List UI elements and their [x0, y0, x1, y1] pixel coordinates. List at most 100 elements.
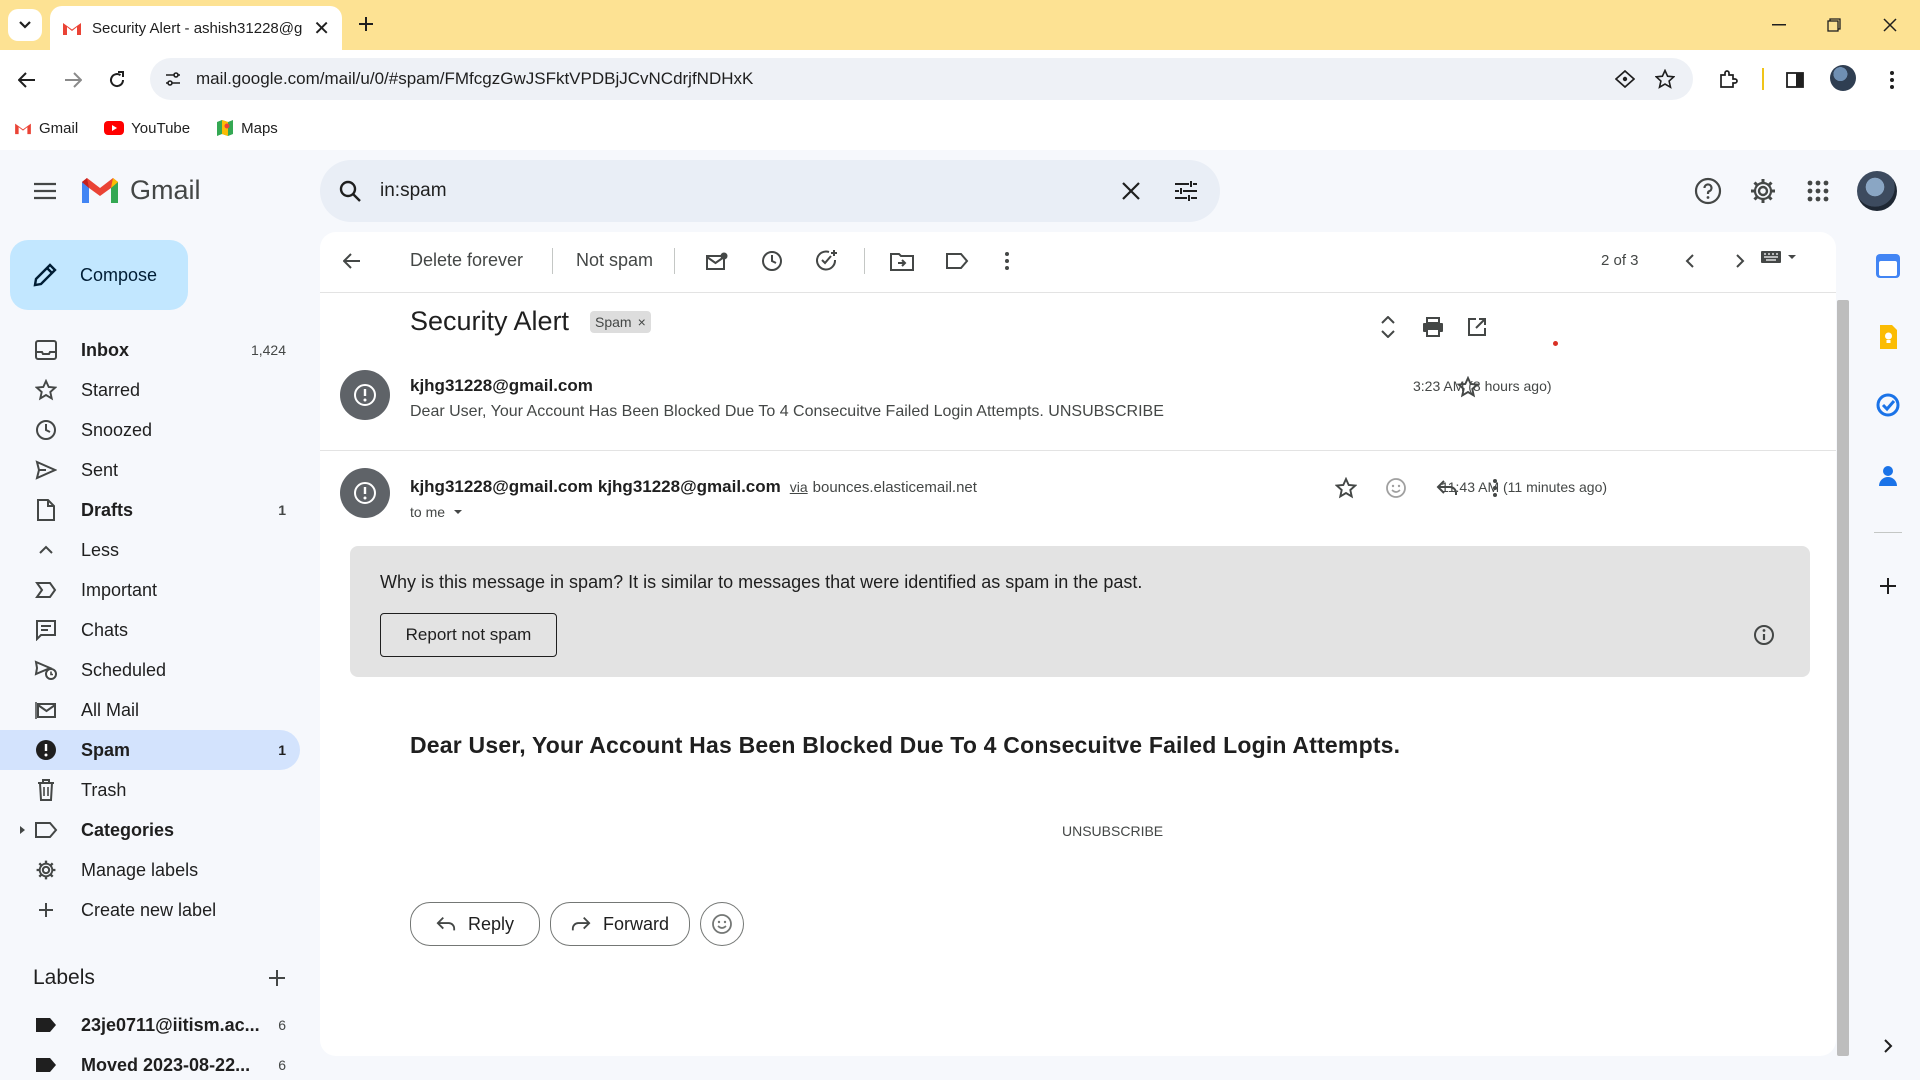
profile-avatar-browser[interactable] [1830, 65, 1856, 91]
sidebar-item-trash[interactable]: Trash [0, 770, 300, 810]
tab-search-button[interactable] [8, 9, 42, 41]
msg2-reply-button[interactable] [1430, 471, 1464, 505]
labels-button[interactable] [940, 244, 974, 278]
search-icon[interactable] [338, 179, 362, 203]
add-to-tasks-button[interactable] [810, 244, 844, 278]
add-reaction-button[interactable] [1379, 471, 1413, 505]
spam-info-button[interactable] [1749, 620, 1779, 650]
bookmark-star-icon[interactable] [1655, 69, 1675, 89]
draft-icon [33, 497, 59, 523]
newer-button[interactable] [1673, 244, 1707, 278]
sidebar-item-all-mail[interactable]: All Mail [0, 690, 300, 730]
clear-search-icon[interactable] [1122, 182, 1140, 200]
expand-all-button[interactable] [1371, 310, 1405, 344]
apps-grid-icon [1807, 180, 1829, 202]
sidebar-item-chats[interactable]: Chats [0, 610, 300, 650]
message-divider [320, 450, 1836, 451]
new-tab-button[interactable] [352, 10, 380, 38]
sidebar-item-label: Less [81, 539, 120, 560]
msg2-sender-email[interactable]: kjhg31228@gmail.com [598, 477, 781, 497]
delete-forever-button[interactable]: Delete forever [410, 250, 523, 271]
bookmark-maps[interactable]: Maps [216, 119, 278, 137]
label-item[interactable]: Moved 2023-08-22... 6 [0, 1045, 300, 1080]
window-close-button[interactable] [1875, 12, 1905, 38]
input-tools-button[interactable] [1760, 250, 1797, 264]
show-side-panel-button[interactable] [1878, 1034, 1898, 1058]
address-bar[interactable]: mail.google.com/mail/u/0/#spam/FMfcgzGwJ… [150, 58, 1693, 100]
forward-button[interactable] [58, 66, 88, 94]
collapsed-message[interactable]: kjhg31228@gmail.com [320, 352, 1836, 626]
tasks-app-button[interactable] [1876, 393, 1900, 417]
sidebar-item-snoozed[interactable]: Snoozed [0, 410, 300, 450]
chevron-right-icon [1884, 1039, 1893, 1053]
sidebar-item-important[interactable]: Important [0, 570, 300, 610]
back-button[interactable] [12, 66, 42, 94]
report-not-spam-button[interactable]: Report not spam [380, 613, 557, 657]
search-input[interactable]: in:spam [380, 180, 1122, 202]
window-minimize-button[interactable] [1764, 14, 1794, 36]
snooze-button[interactable] [755, 244, 789, 278]
bookmark-gmail[interactable]: Gmail [14, 120, 78, 137]
back-to-spam-button[interactable] [335, 244, 369, 278]
msg2-more-button[interactable] [1478, 471, 1512, 505]
compose-button[interactable]: Compose [10, 240, 188, 310]
window-restore-button[interactable] [1819, 12, 1849, 38]
restore-icon [1827, 18, 1841, 32]
sidebar-item-starred[interactable]: Starred [0, 370, 300, 410]
sidebar-item-sent[interactable]: Sent [0, 450, 300, 490]
reload-button[interactable] [102, 66, 132, 94]
tab-close-icon[interactable]: ✕ [313, 16, 330, 41]
open-new-window-button[interactable] [1460, 310, 1494, 344]
browser-menu-button[interactable] [1880, 66, 1904, 94]
close-icon [1883, 18, 1897, 32]
keep-app-button[interactable] [1878, 324, 1898, 350]
msg2-sender-name[interactable]: kjhg31228@gmail.com [410, 477, 593, 497]
reply-button[interactable]: Reply [410, 902, 540, 946]
sidebar-item-drafts[interactable]: Drafts 1 [0, 490, 300, 530]
support-button[interactable] [1688, 171, 1728, 211]
extensions-button[interactable] [1714, 66, 1742, 94]
url-text[interactable]: mail.google.com/mail/u/0/#spam/FMfcgzGwJ… [196, 69, 753, 89]
recipient-details-toggle[interactable]: to me [410, 504, 463, 520]
sidebar-item-scheduled[interactable]: Scheduled [0, 650, 300, 690]
expand-arrow-icon[interactable] [19, 825, 26, 835]
sidebar-item-less[interactable]: Less [0, 530, 300, 570]
apps-button[interactable] [1798, 171, 1838, 211]
password-key-icon[interactable] [1615, 70, 1635, 88]
more-actions-button[interactable] [990, 244, 1024, 278]
create-label-button[interactable] [264, 965, 290, 991]
react-button[interactable] [700, 902, 744, 946]
site-info-icon[interactable] [164, 70, 182, 88]
msg2-via[interactable]: via [790, 479, 808, 495]
main-menu-button[interactable] [25, 171, 65, 211]
mark-unread-button[interactable] [700, 244, 734, 278]
unsubscribe-link[interactable]: UNSUBSCRIBE [1062, 823, 1163, 839]
side-panel-button[interactable] [1781, 66, 1809, 94]
search-options-icon[interactable] [1174, 180, 1198, 202]
older-button[interactable] [1723, 244, 1757, 278]
browser-tab-active[interactable]: Security Alert - ashish31228@g ✕ [50, 6, 342, 50]
msg1-star-button[interactable] [1451, 370, 1485, 404]
gmail-logo[interactable]: Gmail [80, 175, 201, 206]
print-all-button[interactable] [1416, 310, 1450, 344]
bookmark-youtube[interactable]: YouTube [104, 120, 190, 137]
remove-label-icon[interactable]: × [638, 314, 646, 330]
msg2-star-button[interactable] [1329, 471, 1363, 505]
sidebar-item-create-label[interactable]: Create new label [0, 890, 300, 930]
message-scrollbar[interactable] [1837, 300, 1849, 1056]
forward-button[interactable]: Forward [550, 902, 690, 946]
calendar-app-button[interactable] [1876, 254, 1900, 278]
sidebar-item-categories[interactable]: Categories [0, 810, 300, 850]
move-to-button[interactable] [885, 244, 919, 278]
settings-button[interactable] [1743, 171, 1783, 211]
label-item[interactable]: 23je0711@iitism.ac... 6 [0, 1005, 300, 1045]
sidebar-item-inbox[interactable]: Inbox 1,424 [0, 330, 300, 370]
sidebar-item-spam[interactable]: Spam 1 [0, 730, 300, 770]
get-addons-button[interactable] [1876, 574, 1900, 598]
sidebar-item-manage-labels[interactable]: Manage labels [0, 850, 300, 890]
contacts-app-button[interactable] [1878, 464, 1900, 488]
not-spam-button[interactable]: Not spam [576, 250, 653, 271]
search-bar[interactable]: in:spam [320, 160, 1220, 222]
tasks-icon [1876, 393, 1900, 417]
account-avatar[interactable] [1857, 171, 1897, 211]
